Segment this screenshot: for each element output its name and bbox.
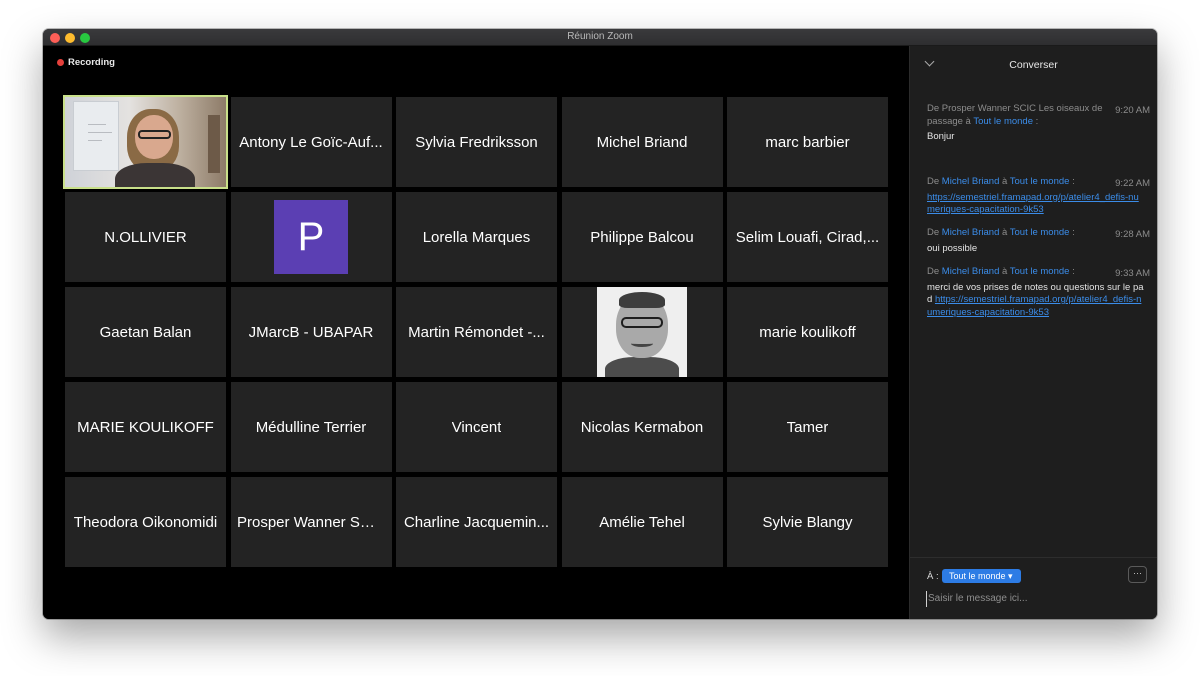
- participant-name: Sylvie Blangy: [762, 513, 853, 531]
- chat-message: De Michel Briand à Tout le monde : 9:28 …: [927, 227, 1152, 255]
- participant-tile[interactable]: Martin Rémondet -...: [396, 287, 557, 377]
- participant-tile[interactable]: Tamer: [727, 382, 888, 472]
- chat-title: Converser: [1009, 59, 1058, 71]
- message-recipient[interactable]: Tout le monde: [973, 116, 1033, 127]
- participant-name: marie koulikoff: [759, 323, 856, 341]
- message-time: 9:20 AM: [1115, 105, 1150, 116]
- participant-name: Prosper Wanner SCI...: [237, 513, 385, 531]
- chat-panel: Converser De Prosper Wanner SCIC Les ois…: [909, 46, 1157, 619]
- participant-name: Philippe Balcou: [590, 228, 694, 246]
- participant-name: Nicolas Kermabon: [580, 418, 704, 436]
- message-header: De Michel Briand à Tout le monde :: [927, 176, 1075, 187]
- participant-tile[interactable]: N.OLLIVIER: [65, 192, 226, 282]
- participant-name: N.OLLIVIER: [104, 228, 187, 246]
- participant-tile[interactable]: Gaetan Balan: [65, 287, 226, 377]
- participant-name: Amélie Tehel: [599, 513, 685, 531]
- participant-name: Antony Le Goïc-Auf...: [239, 133, 383, 151]
- participant-name: Selim Louafi, Cirad,...: [735, 228, 880, 246]
- message-time: 9:22 AM: [1115, 178, 1150, 189]
- participant-tile[interactable]: Vincent: [396, 382, 557, 472]
- participant-name: Vincent: [451, 418, 502, 436]
- recording-dot-icon: [57, 59, 64, 66]
- participant-tile[interactable]: Antony Le Goïc-Auf...: [230, 97, 392, 187]
- participant-tile-photo[interactable]: [561, 287, 723, 377]
- chat-message: De Michel Briand à Tout le monde : 9:33 …: [927, 266, 1152, 319]
- message-link[interactable]: https://semestriel.framapad.org/p/atelie…: [927, 294, 1141, 318]
- message-text: merci de vos prises de notes ou question…: [927, 281, 1144, 318]
- participant-tile[interactable]: Sylvia Fredriksson: [396, 97, 557, 187]
- message-recipient[interactable]: Tout le monde: [1010, 227, 1070, 238]
- participant-tile[interactable]: Lorella Marques: [396, 192, 557, 282]
- participant-grid: Antony Le Goïc-Auf... Sylvia Fredriksson…: [63, 95, 888, 567]
- message-header: De Prosper Wanner SCIC Les oiseaux de pa…: [927, 103, 1103, 127]
- participant-tile[interactable]: marc barbier: [727, 97, 888, 187]
- message-link[interactable]: https://semestriel.framapad.org/p/atelie…: [927, 192, 1142, 217]
- participant-tile[interactable]: Sylvie Blangy: [727, 477, 888, 567]
- message-recipient[interactable]: Tout le monde: [1010, 266, 1070, 277]
- participant-name: Lorella Marques: [422, 228, 531, 246]
- zoom-window: Réunion Zoom Recording Antony Le Goïc-Au…: [43, 29, 1157, 619]
- participant-video: [65, 97, 226, 187]
- participant-avatar: P: [274, 200, 348, 274]
- participant-tile[interactable]: Charline Jacquemin...: [396, 477, 557, 567]
- message-recipient[interactable]: Tout le monde: [1010, 176, 1070, 187]
- participant-name: Médulline Terrier: [255, 418, 367, 436]
- participant-name: Theodora Oikonomidi: [73, 513, 218, 531]
- participant-tile[interactable]: Michel Briand: [561, 97, 723, 187]
- participant-tile-avatar[interactable]: P: [230, 192, 392, 282]
- participant-tile[interactable]: marie koulikoff: [727, 287, 888, 377]
- message-sender[interactable]: Michel Briand: [942, 227, 1000, 238]
- chat-message: De Michel Briand à Tout le monde : 9:22 …: [927, 176, 1152, 217]
- window-title: Réunion Zoom: [567, 31, 633, 42]
- message-text: oui possible: [927, 242, 978, 254]
- participant-name: marc barbier: [765, 133, 850, 151]
- participant-tile[interactable]: Selim Louafi, Cirad,...: [727, 192, 888, 282]
- participant-tile[interactable]: Médulline Terrier: [230, 382, 392, 472]
- participant-name: Gaetan Balan: [99, 323, 192, 341]
- message-sender[interactable]: Michel Briand: [942, 176, 1000, 187]
- participant-tile[interactable]: JMarcB - UBAPAR: [230, 287, 392, 377]
- participant-tile[interactable]: Philippe Balcou: [561, 192, 723, 282]
- message-time: 9:33 AM: [1115, 268, 1150, 279]
- participant-tile[interactable]: Prosper Wanner SCI...: [230, 477, 392, 567]
- participant-name: MARIE KOULIKOFF: [77, 418, 214, 436]
- message-time: 9:28 AM: [1115, 229, 1150, 240]
- recording-label: Recording: [68, 57, 115, 68]
- title-bar: Réunion Zoom: [43, 29, 1157, 46]
- participant-tile[interactable]: Nicolas Kermabon: [561, 382, 723, 472]
- participant-name: Martin Rémondet -...: [408, 323, 545, 341]
- participant-name: JMarcB - UBAPAR: [248, 323, 374, 341]
- chat-header: Converser: [910, 46, 1157, 82]
- recording-indicator[interactable]: Recording: [57, 57, 115, 68]
- participant-name: Charline Jacquemin...: [403, 513, 550, 531]
- participant-tile[interactable]: Theodora Oikonomidi: [65, 477, 226, 567]
- participant-name: Tamer: [786, 418, 829, 436]
- message-sender[interactable]: Michel Briand: [942, 266, 1000, 277]
- recipient-label: À :: [927, 571, 939, 582]
- participant-name: Sylvia Fredriksson: [415, 133, 538, 151]
- message-header: De Michel Briand à Tout le monde :: [927, 266, 1075, 277]
- participant-tile[interactable]: Amélie Tehel: [561, 477, 723, 567]
- participant-profile-photo: [597, 287, 687, 377]
- recipient-dropdown[interactable]: Tout le monde ▾: [942, 569, 1021, 583]
- chat-message: De Prosper Wanner SCIC Les oiseaux de pa…: [927, 103, 1152, 144]
- participant-name: Michel Briand: [596, 133, 688, 151]
- message-input[interactable]: Saisir le message ici...: [926, 591, 1146, 607]
- message-text: Bonjur: [927, 131, 955, 142]
- more-options-button[interactable]: ···: [1128, 566, 1147, 583]
- participant-tile[interactable]: MARIE KOULIKOFF: [65, 382, 226, 472]
- whiteboard-background: [73, 101, 119, 171]
- message-header: De Michel Briand à Tout le monde :: [927, 227, 1075, 238]
- participant-tile-video[interactable]: [63, 95, 228, 189]
- chat-composer: À : Tout le monde ▾ ··· Saisir le messag…: [910, 557, 1157, 619]
- gallery-view: Recording Antony Le Goïc-Auf... Sylvia F…: [43, 46, 909, 619]
